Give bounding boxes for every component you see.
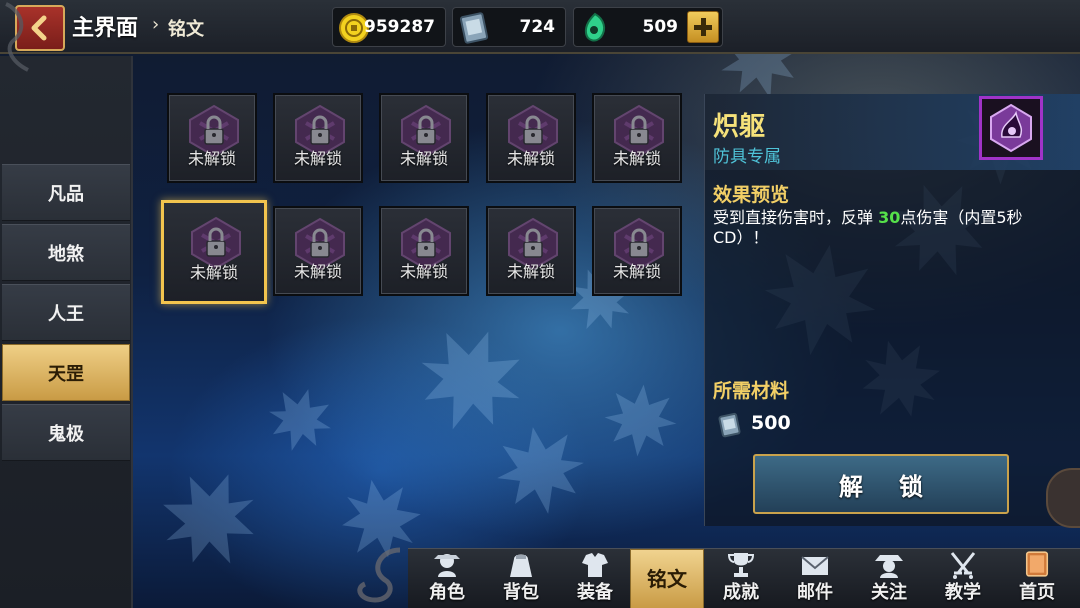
book-icon: [718, 412, 741, 438]
maple-leaf: [496, 426, 584, 514]
inscription-slot[interactable]: 未解锁: [167, 93, 257, 183]
slot-lock-label: 未解锁: [612, 149, 661, 168]
maple-leaf: [163, 474, 254, 564]
corner-ornament: [5, 2, 29, 72]
inscription-slot[interactable]: 未解锁: [273, 206, 363, 296]
mail-icon: [801, 556, 829, 575]
book-value: 724: [519, 17, 556, 37]
maple-leaf: [604, 384, 676, 456]
bag-icon: [510, 554, 532, 577]
slot-lock-label: 未解锁: [506, 262, 555, 281]
unlock-button[interactable]: 解锁: [753, 454, 1009, 514]
tab-disha[interactable]: 地煞: [2, 224, 130, 281]
inscription-slot[interactable]: 未解锁: [592, 93, 682, 183]
slot-lock-label: 未解锁: [506, 149, 555, 168]
slot-lock-label: 未解锁: [293, 149, 342, 168]
slot-lock-label: 未解锁: [293, 262, 342, 281]
inscription-slot[interactable]: 未解锁: [379, 206, 469, 296]
nav-bag[interactable]: 背包: [484, 549, 558, 608]
trophy-icon: [727, 553, 755, 577]
nav-label: 邮件: [797, 582, 833, 603]
nav-home[interactable]: 首页: [1000, 549, 1074, 608]
slot-lock-label: 未解锁: [612, 262, 661, 281]
slot-lock-label: 未解锁: [399, 262, 448, 281]
nav-label: 角色: [429, 582, 465, 603]
breadcrumb-separator: ›: [152, 14, 160, 35]
cloud-ornament: [357, 547, 401, 603]
swords-icon: [950, 552, 976, 579]
nav-follow[interactable]: 关注: [852, 549, 926, 608]
inscription-name: 炽躯: [713, 112, 766, 142]
tab-fanpin[interactable]: 凡品: [2, 164, 130, 221]
inscription-type: 防具专属: [713, 147, 781, 167]
nav-label: 成就: [723, 582, 759, 603]
gold-value: 959287: [364, 17, 435, 37]
inscription-slot[interactable]: 未解锁: [592, 206, 682, 296]
jade-icon: [584, 12, 606, 42]
nav-trophy[interactable]: 成就: [704, 549, 778, 608]
page-title: 主界面: [72, 16, 139, 41]
slot-lock-label: 未解锁: [187, 149, 236, 168]
inscription-icon: [979, 96, 1043, 160]
jade-value: 509: [642, 17, 679, 37]
nav-mail[interactable]: 邮件: [778, 549, 852, 608]
effect-text-prefix: 受到直接伤害时，反弹: [713, 208, 879, 227]
book-icon: [459, 12, 489, 44]
required-materials-title: 所需材料: [713, 380, 790, 402]
breadcrumb-current: 铭文: [168, 19, 204, 40]
flame-body-icon: [990, 103, 1032, 153]
nav-label: 教学: [945, 582, 981, 603]
inscription-slot[interactable]: 未解锁: [379, 93, 469, 183]
nav-armor[interactable]: 装备: [558, 549, 632, 608]
inscription-slot[interactable]: 未解锁: [486, 206, 576, 296]
character-icon: [434, 554, 460, 577]
effect-description: 受到直接伤害时，反弹 30点伤害（内置5秒CD）！: [713, 208, 1058, 248]
top-bar: 主界面 › 铭文 959287 724 509: [0, 0, 1080, 54]
nav-swords[interactable]: 教学: [926, 549, 1000, 608]
nav-label: 首页: [1019, 582, 1055, 603]
tab-renwang[interactable]: 人王: [2, 284, 130, 341]
book-counter: 724: [452, 7, 566, 47]
inscription-slot[interactable]: 未解锁: [161, 200, 267, 304]
maple-leaf: [269, 389, 331, 451]
detail-header: 炽躯 防具专属: [705, 94, 1080, 170]
category-sidebar: 凡品 地煞 人王 天罡 鬼极: [0, 56, 133, 608]
inscription-detail-panel: 炽躯 防具专属 效果预览 受到直接伤害时，反弹 30点伤害（内置5秒CD）！ 所…: [704, 94, 1080, 526]
tab-tiangang[interactable]: 天罡: [2, 344, 130, 401]
add-jade-button[interactable]: [687, 11, 719, 43]
inscription-slot[interactable]: 未解锁: [486, 93, 576, 183]
tab-guiji[interactable]: 鬼极: [2, 404, 130, 461]
follow-icon: [875, 555, 903, 578]
armor-icon: [582, 553, 608, 577]
home-icon: [1025, 551, 1049, 577]
nav-label: 关注: [871, 582, 907, 603]
nav-label: 铭文: [647, 567, 687, 591]
bottom-navigation: 角色 背包 装备 铭文成就 邮件 关注 教学 首页: [408, 548, 1080, 608]
nav-character[interactable]: 角色: [410, 549, 484, 608]
nav-inscription[interactable]: 铭文: [630, 549, 704, 608]
material-amount: 500: [751, 412, 791, 434]
nav-label: 装备: [577, 582, 613, 603]
nav-label: 背包: [503, 582, 539, 603]
jade-counter: 509: [573, 7, 723, 47]
slot-lock-label: 未解锁: [399, 149, 448, 168]
gold-counter: 959287: [332, 7, 446, 47]
inscription-slot[interactable]: 未解锁: [273, 93, 363, 183]
effect-value: 30: [878, 208, 901, 227]
effect-preview-title: 效果预览: [713, 184, 790, 206]
slot-lock-label: 未解锁: [189, 263, 238, 282]
